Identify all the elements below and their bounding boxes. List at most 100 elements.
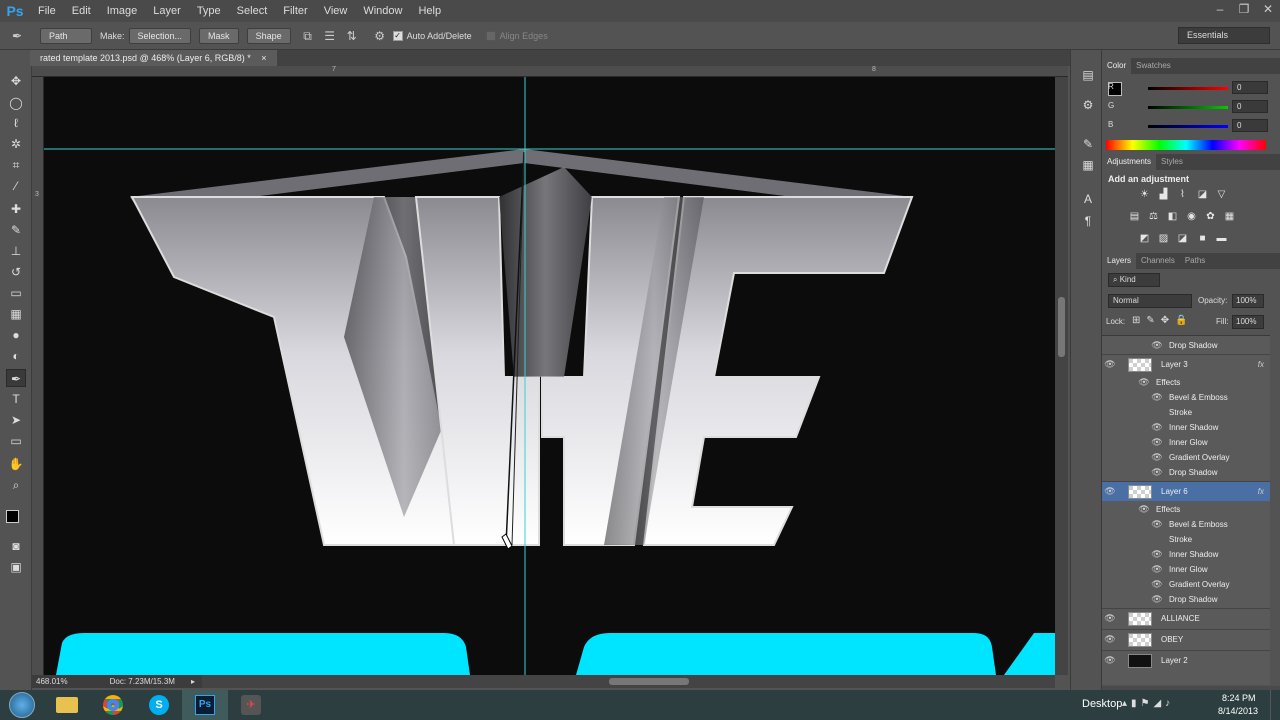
layer-effect-item[interactable]: 👁 Gradient Overlay: [1102, 450, 1270, 464]
eye-icon[interactable]: 👁: [1102, 613, 1118, 624]
foreground-color-swatch[interactable]: [6, 510, 19, 523]
history-brush-tool-icon[interactable]: ↺: [6, 263, 26, 281]
hand-tool-icon[interactable]: ✋: [6, 455, 26, 473]
layer-filter-kind[interactable]: ⌕ Kind: [1108, 273, 1160, 287]
posterize-icon[interactable]: ▨: [1156, 232, 1171, 245]
eye-icon[interactable]: 👁: [1149, 564, 1165, 575]
layer-effect-item[interactable]: 👁 Bevel & Emboss: [1102, 517, 1270, 531]
status-menu-arrow-icon[interactable]: ▸: [191, 677, 195, 686]
eye-icon[interactable]: 👁: [1149, 392, 1165, 403]
path-arrangement-icon[interactable]: ⇅: [343, 27, 361, 45]
eye-icon[interactable]: 👁: [1136, 377, 1152, 388]
vertical-scrollbar[interactable]: [1055, 77, 1068, 675]
brush-preset-icon[interactable]: ✎: [1079, 135, 1097, 153]
eye-icon[interactable]: 👁: [1149, 422, 1165, 433]
show-desktop-button[interactable]: [1270, 690, 1280, 720]
blend-mode-select[interactable]: Normal: [1108, 294, 1192, 308]
curves-icon[interactable]: ⌇: [1175, 188, 1190, 201]
color-lookup-icon[interactable]: ▦: [1222, 210, 1237, 223]
menu-file[interactable]: File: [30, 5, 64, 17]
eye-icon[interactable]: 👁: [1102, 486, 1118, 497]
channel-value[interactable]: 0: [1232, 119, 1268, 132]
eye-icon[interactable]: 👁: [1102, 655, 1118, 666]
layer-effect-item[interactable]: 👁 Drop Shadow: [1102, 465, 1270, 479]
tab-swatches[interactable]: Swatches: [1131, 58, 1176, 74]
channel-mixer-icon[interactable]: ✿: [1203, 210, 1218, 223]
layer-effect-item[interactable]: 👁Stroke: [1102, 532, 1270, 546]
auto-add-delete-checkbox[interactable]: ✓: [392, 30, 403, 41]
move-tool-icon[interactable]: ✥: [6, 72, 26, 90]
eyedropper-tool-icon[interactable]: ⁄: [6, 177, 26, 195]
minimize-button[interactable]: –: [1208, 0, 1232, 18]
properties-icon[interactable]: ⚙: [1079, 96, 1097, 114]
layer-row-layer3[interactable]: 👁 Layer 3 fx: [1102, 354, 1270, 374]
path-alignment-icon[interactable]: ☰: [321, 27, 339, 45]
eye-icon[interactable]: 👁: [1102, 634, 1118, 645]
menu-select[interactable]: Select: [229, 5, 276, 17]
tool-mode-select[interactable]: Path: [40, 27, 92, 44]
tab-paths[interactable]: Paths: [1180, 253, 1210, 269]
layer-row-layer2[interactable]: 👁 Layer 2: [1102, 650, 1270, 670]
crop-tool-icon[interactable]: ⌗: [6, 156, 26, 174]
slider-track[interactable]: [1148, 87, 1228, 90]
exposure-icon[interactable]: ◪: [1195, 188, 1210, 201]
blur-tool-icon[interactable]: ●: [6, 326, 26, 344]
eye-icon[interactable]: 👁: [1102, 359, 1118, 370]
workspace-select[interactable]: Essentials: [1178, 27, 1270, 44]
menu-edit[interactable]: Edit: [64, 5, 99, 17]
eye-icon[interactable]: 👁: [1149, 549, 1165, 560]
document-canvas[interactable]: [44, 77, 1055, 675]
marquee-tool-icon[interactable]: ◯: [6, 94, 26, 112]
color-spectrum[interactable]: [1106, 140, 1266, 150]
tab-layers[interactable]: Layers: [1102, 253, 1137, 269]
vibrance-icon[interactable]: ▽: [1214, 188, 1229, 201]
menu-view[interactable]: View: [316, 5, 356, 17]
layer-effect-item[interactable]: 👁 Gradient Overlay: [1102, 577, 1270, 591]
menu-type[interactable]: Type: [189, 5, 229, 17]
gear-icon[interactable]: ⚙: [371, 27, 389, 45]
taskbar-explorer[interactable]: [44, 690, 90, 720]
fx-icon[interactable]: fx: [1258, 487, 1264, 496]
effects-group[interactable]: 👁 Effects: [1102, 502, 1270, 516]
horizontal-ruler[interactable]: 7 8: [32, 66, 1068, 77]
gradient-map-icon[interactable]: ▬: [1214, 232, 1229, 245]
lasso-tool-icon[interactable]: ℓ: [6, 114, 26, 132]
slider-track[interactable]: [1148, 106, 1228, 109]
taskbar-photoshop[interactable]: Ps: [182, 690, 228, 720]
tray-icons[interactable]: ▴▮⚑◢♪: [1122, 698, 1174, 709]
taskbar-skype[interactable]: S: [136, 690, 182, 720]
align-edges-checkbox[interactable]: [485, 30, 496, 41]
menu-help[interactable]: Help: [410, 5, 449, 17]
eye-icon[interactable]: 👁: [1149, 437, 1165, 448]
clock-time[interactable]: 8:24 PM: [1222, 693, 1256, 703]
channel-value[interactable]: 0: [1232, 81, 1268, 94]
slider-track[interactable]: [1148, 125, 1228, 128]
channel-value[interactable]: 0: [1232, 100, 1268, 113]
fill-input[interactable]: 100%: [1232, 315, 1264, 329]
vertical-scroll-thumb[interactable]: [1058, 297, 1065, 357]
type-tool-icon[interactable]: T: [6, 390, 26, 408]
levels-icon[interactable]: ▟: [1156, 188, 1171, 201]
tab-styles[interactable]: Styles: [1156, 154, 1188, 170]
path-selection-tool-icon[interactable]: ➤: [6, 411, 26, 429]
selective-color-icon[interactable]: ■: [1195, 232, 1210, 245]
zoom-tool-icon[interactable]: ⌕: [6, 476, 26, 494]
layer-effect-item[interactable]: 👁 Drop Shadow: [1102, 592, 1270, 606]
restore-button[interactable]: ❐: [1232, 0, 1256, 18]
opacity-input[interactable]: 100%: [1232, 294, 1264, 308]
tab-channels[interactable]: Channels: [1136, 253, 1180, 269]
fx-icon[interactable]: fx: [1258, 360, 1264, 369]
dodge-tool-icon[interactable]: ◐: [6, 347, 26, 365]
layer-effect-item[interactable]: 👁 Inner Shadow: [1102, 547, 1270, 561]
menu-filter[interactable]: Filter: [275, 5, 315, 17]
color-slider-b[interactable]: B 0: [1102, 119, 1280, 134]
brush-tool-icon[interactable]: ✎: [6, 221, 26, 239]
shape-tool-icon[interactable]: ▭: [6, 432, 26, 450]
threshold-icon[interactable]: ◪: [1175, 232, 1190, 245]
document-tab[interactable]: rated template 2013.psd @ 468% (Layer 6,…: [30, 50, 277, 66]
hue-sat-icon[interactable]: ▤: [1127, 210, 1142, 223]
zoom-level[interactable]: 468.01%: [36, 677, 68, 686]
shape-button[interactable]: Shape: [246, 27, 291, 44]
lock-icons[interactable]: ⊞✎✥🔒: [1132, 315, 1194, 326]
effects-group[interactable]: 👁 Effects: [1102, 375, 1270, 389]
